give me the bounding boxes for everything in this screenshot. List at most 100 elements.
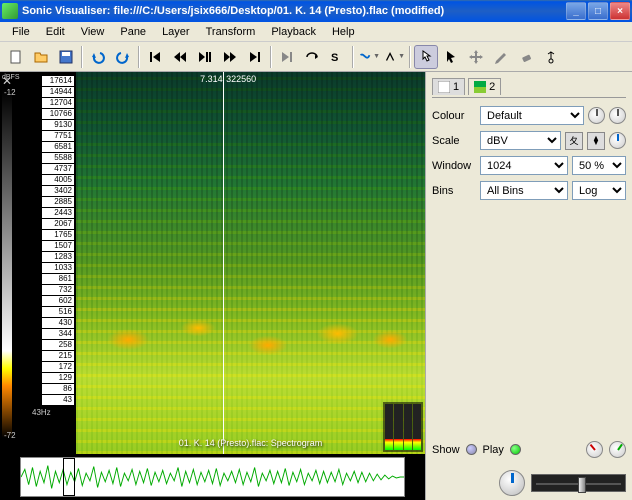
colour-rotate-dial[interactable]: [588, 107, 605, 124]
layer-tab-2[interactable]: 2: [468, 78, 501, 95]
window-size-select[interactable]: 1024: [480, 156, 568, 175]
freq-tick: 215: [42, 351, 74, 361]
record-button[interactable]: [275, 45, 299, 69]
freq-tick: 2067: [42, 219, 74, 229]
layer-tabs: 1 2: [432, 76, 626, 98]
freq-tick: 258: [42, 340, 74, 350]
menu-edit[interactable]: Edit: [38, 24, 73, 40]
freq-tick: 2885: [42, 197, 74, 207]
menu-view[interactable]: View: [73, 24, 113, 40]
freq-tick: 1507: [42, 241, 74, 251]
new-session-button[interactable]: [4, 45, 28, 69]
scale-label: Scale: [432, 135, 476, 147]
maximize-button[interactable]: □: [588, 2, 608, 20]
gain-dial[interactable]: [609, 132, 626, 149]
freq-tick: 129: [42, 373, 74, 383]
minimize-button[interactable]: _: [566, 2, 586, 20]
select-tool[interactable]: [439, 45, 463, 69]
menu-layer[interactable]: Layer: [154, 24, 198, 40]
skip-start-button[interactable]: [143, 45, 167, 69]
erase-tool[interactable]: [514, 45, 538, 69]
freq-tick: 430: [42, 318, 74, 328]
waveform-overview[interactable]: [20, 457, 405, 497]
skip-end-button[interactable]: [243, 45, 267, 69]
menu-help[interactable]: Help: [324, 24, 363, 40]
freq-tick: 2443: [42, 208, 74, 218]
freq-tick: 9130: [42, 120, 74, 130]
level-meter: [383, 402, 423, 452]
layer-tab-1-label: 1: [453, 81, 459, 93]
colour-label: Colour: [432, 110, 476, 122]
play-label: Play: [483, 444, 504, 456]
window-title: Sonic Visualiser: file:///C:/Users/jsix6…: [22, 5, 566, 17]
bins-label: Bins: [432, 185, 476, 197]
overview-viewport-indicator[interactable]: [63, 458, 75, 496]
normalize-visible-button[interactable]: ⧫: [587, 132, 605, 150]
freq-tick: 1033: [42, 263, 74, 273]
freq-tick: 602: [42, 296, 74, 306]
freq-tick: 86: [42, 384, 74, 394]
loop-button[interactable]: [300, 45, 324, 69]
freq-tick: 172: [42, 362, 74, 372]
measure-tool[interactable]: [539, 45, 563, 69]
show-toggle[interactable]: [466, 444, 477, 455]
pan-dial[interactable]: [586, 441, 603, 458]
menu-playback[interactable]: Playback: [263, 24, 324, 40]
freq-tick: 12704: [42, 98, 74, 108]
freq-tick: 1765: [42, 230, 74, 240]
align-button[interactable]: ▼: [357, 45, 381, 69]
freq-tick: 732: [42, 285, 74, 295]
redo-button[interactable]: [111, 45, 135, 69]
frame-position-label: 322560: [226, 74, 256, 84]
freq-tick: 4737: [42, 164, 74, 174]
window-titlebar: Sonic Visualiser: file:///C:/Users/jsix6…: [0, 0, 632, 22]
db-min: -72: [4, 431, 16, 440]
freq-tick: 5588: [42, 153, 74, 163]
freq-unit-label: 43Hz: [28, 406, 76, 419]
freq-tick: 10766: [42, 109, 74, 119]
freq-tick: 516: [42, 307, 74, 317]
pane-close-button[interactable]: ✕: [2, 74, 16, 88]
layer-tab-1[interactable]: 1: [432, 78, 465, 95]
close-button[interactable]: ×: [610, 2, 630, 20]
edit-tool[interactable]: [489, 45, 513, 69]
time-position-label: 7.314: [200, 74, 223, 84]
rewind-button[interactable]: [168, 45, 192, 69]
normalize-columns-button[interactable]: ⼡: [565, 132, 583, 150]
undo-button[interactable]: [86, 45, 110, 69]
save-button[interactable]: [54, 45, 78, 69]
play-toggle[interactable]: [510, 444, 521, 455]
play-pause-button[interactable]: [193, 45, 217, 69]
freq-tick: 3402: [42, 186, 74, 196]
playback-speed-dial[interactable]: [499, 470, 525, 496]
layer-gain-dial[interactable]: [609, 441, 626, 458]
window-label: Window: [432, 160, 476, 172]
open-button[interactable]: [29, 45, 53, 69]
freq-tick: 7751: [42, 131, 74, 141]
freq-tick: 4005: [42, 175, 74, 185]
ffwd-button[interactable]: [218, 45, 242, 69]
menu-pane[interactable]: Pane: [112, 24, 154, 40]
volume-fader[interactable]: [531, 474, 626, 492]
playhead-cursor[interactable]: [223, 72, 224, 454]
menu-file[interactable]: File: [4, 24, 38, 40]
freq-tick: 43: [42, 395, 74, 405]
layer-tab-2-label: 2: [489, 81, 495, 93]
colour-threshold-dial[interactable]: [609, 107, 626, 124]
app-icon: [2, 3, 18, 19]
freq-tick: 6581: [42, 142, 74, 152]
menu-transform[interactable]: Transform: [198, 24, 264, 40]
spectrogram-view[interactable]: 7.314 322560 01. K. 14 (Presto).flac: Sp…: [76, 72, 425, 454]
window-overlap-select[interactable]: 50 %: [572, 156, 626, 175]
db-scale-column: dBFS -12 -72: [0, 72, 28, 454]
move-tool[interactable]: [464, 45, 488, 69]
scale-select[interactable]: dBV: [480, 131, 561, 150]
show-label: Show: [432, 444, 460, 456]
navigate-tool[interactable]: [414, 45, 438, 69]
freq-tick: 14944: [42, 87, 74, 97]
bins-scale-select[interactable]: Log: [572, 181, 626, 200]
solo-button[interactable]: S: [325, 45, 349, 69]
zoom-button[interactable]: ▼: [382, 45, 406, 69]
colour-select[interactable]: Default: [480, 106, 584, 125]
bins-select[interactable]: All Bins: [480, 181, 568, 200]
